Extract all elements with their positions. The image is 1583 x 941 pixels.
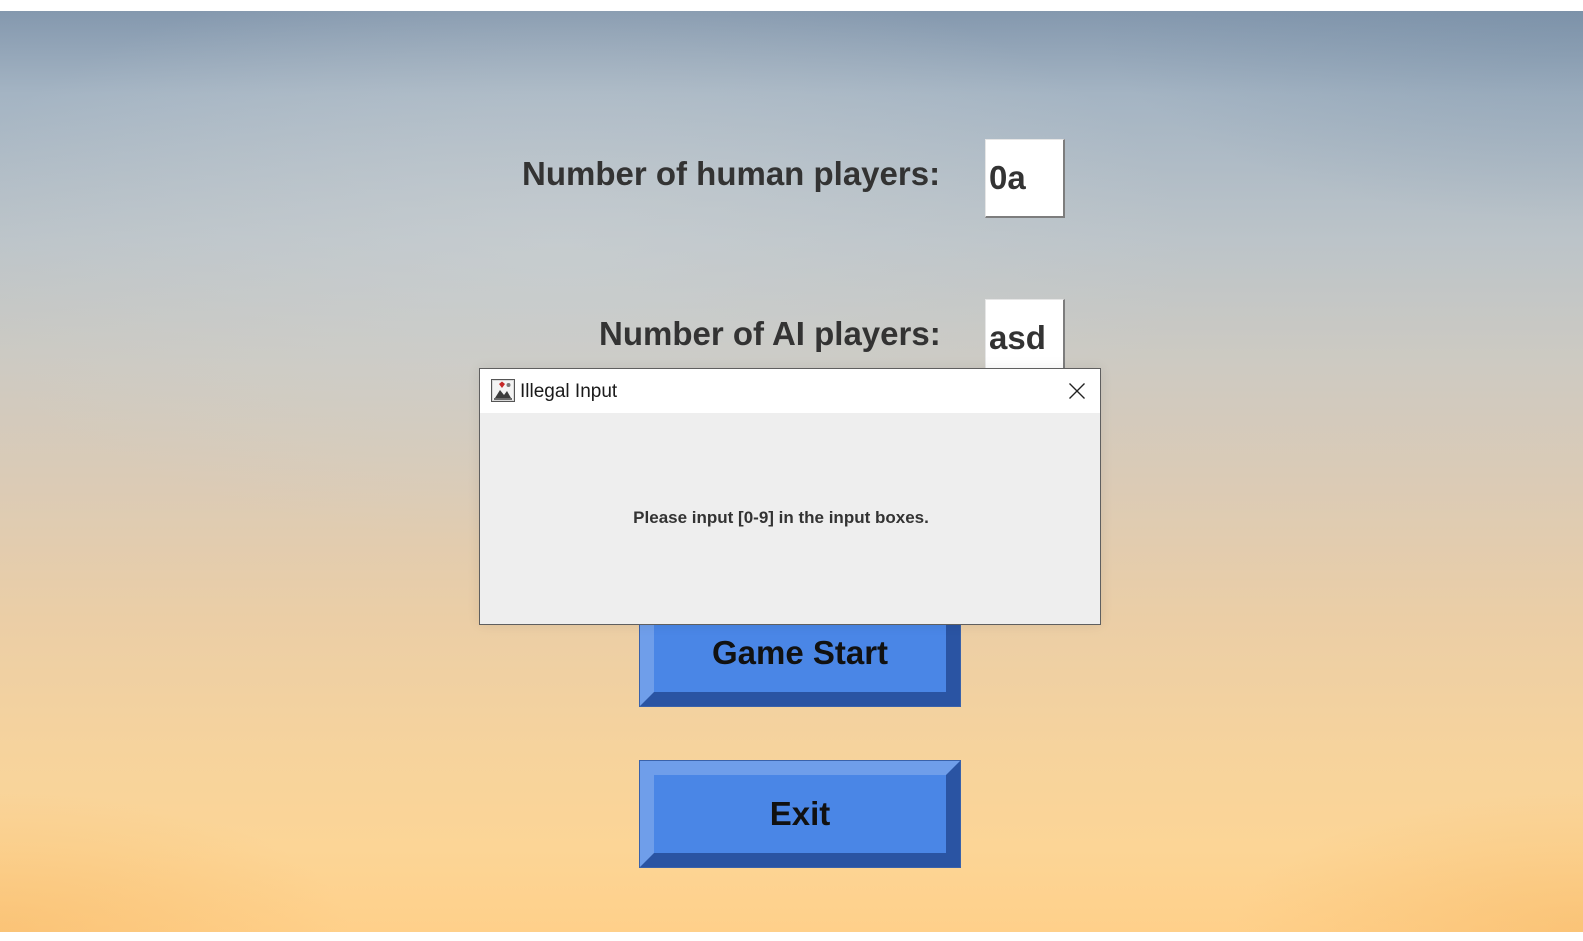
ai-players-input[interactable] [985,299,1065,378]
close-icon [1069,383,1085,399]
illegal-input-dialog: Illegal Input Please input [0-9] in the … [479,368,1101,625]
dialog-title: Illegal Input [520,381,618,402]
dialog-message: Please input [0-9] in the input boxes. [633,508,929,527]
human-players-label: Number of human players: [522,155,941,192]
exit-button[interactable]: Exit [639,760,961,868]
java-app-icon [491,379,515,402]
exit-button-label: Exit [769,795,831,832]
dialog-body: Please input [0-9] in the input boxes. [480,413,1100,624]
human-players-input[interactable] [985,139,1065,218]
dialog-close-button[interactable] [1054,369,1100,413]
dialog-titlebar[interactable]: Illegal Input [480,369,1100,413]
game-start-button-label: Game Start [711,634,889,671]
ai-players-label: Number of AI players: [599,315,941,352]
